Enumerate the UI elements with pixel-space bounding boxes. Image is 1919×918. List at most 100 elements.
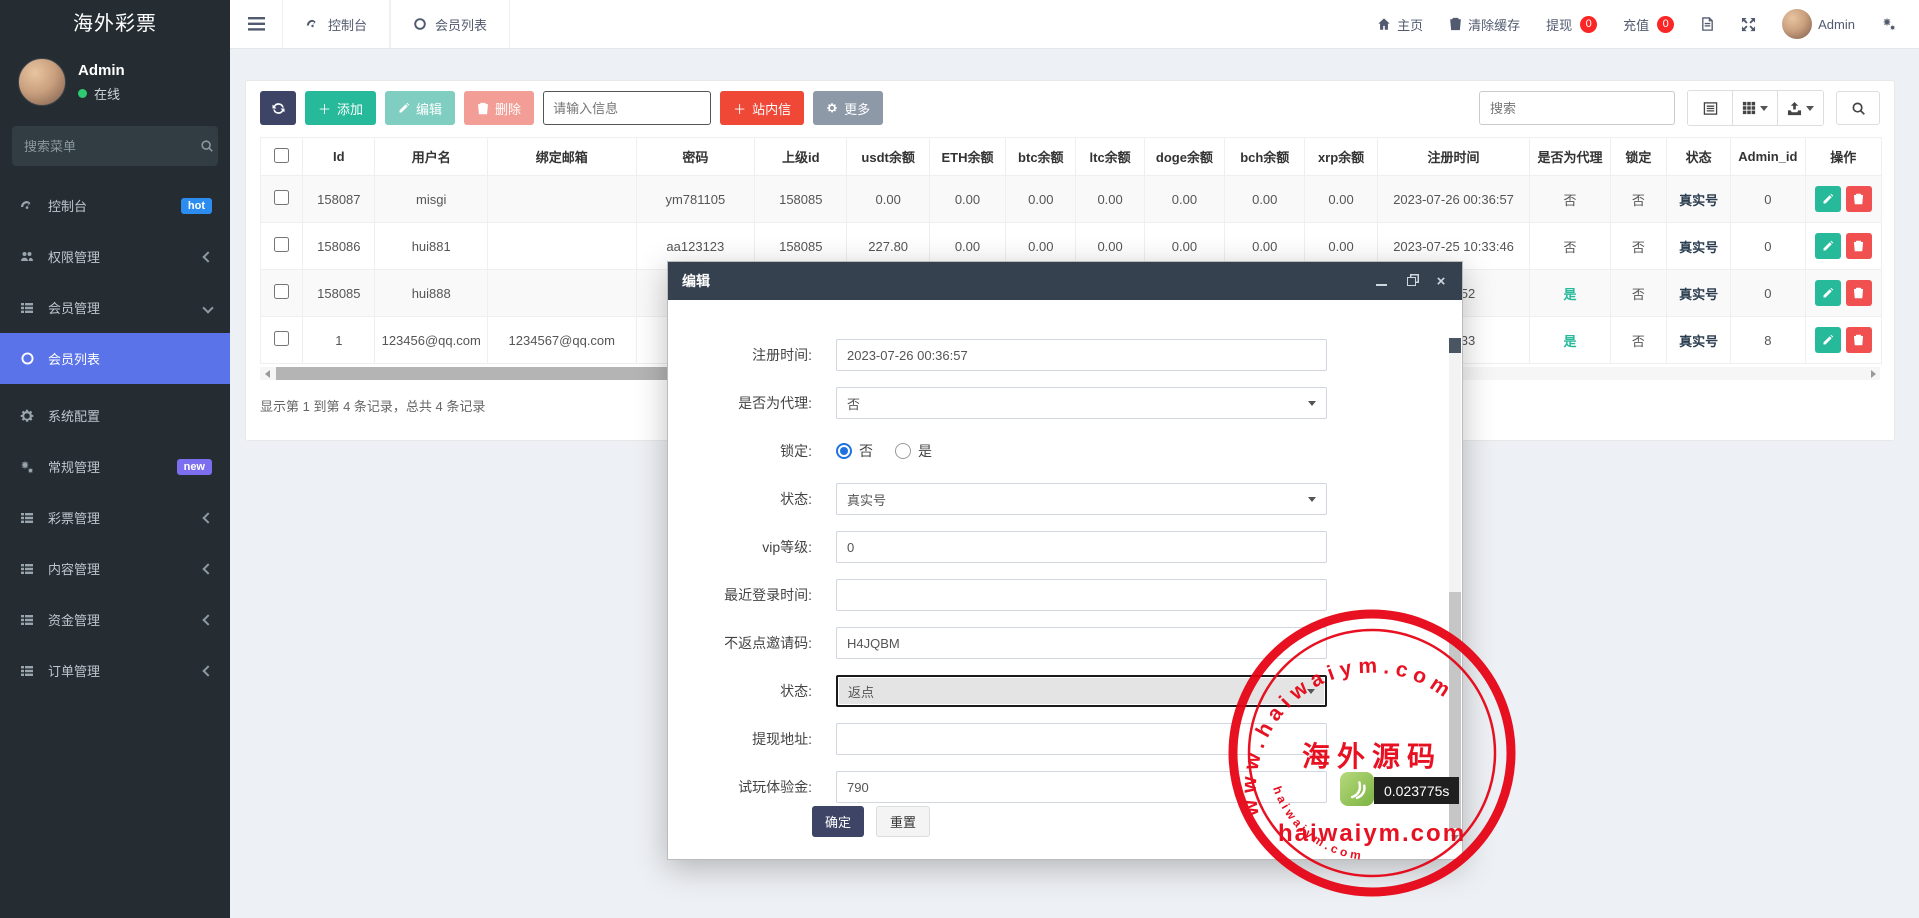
vip-level-input[interactable] bbox=[836, 531, 1327, 563]
col-email: 绑定邮箱 bbox=[487, 138, 636, 176]
sidebar-search-input[interactable] bbox=[24, 139, 200, 154]
home-link[interactable]: 主页 bbox=[1377, 15, 1423, 34]
rebate-status-select[interactable]: 返点 bbox=[836, 675, 1327, 707]
last-login-input[interactable] bbox=[836, 579, 1327, 611]
scroll-up-arrow[interactable] bbox=[1449, 338, 1461, 353]
sidebar-item-lottery[interactable]: 彩票管理 bbox=[0, 492, 230, 543]
clear-cache-link[interactable]: 清除缓存 bbox=[1449, 15, 1520, 34]
row-checkbox[interactable] bbox=[274, 190, 289, 205]
row-edit-button[interactable] bbox=[1815, 186, 1841, 212]
scroll-down-arrow[interactable] bbox=[1449, 830, 1461, 844]
row-checkbox[interactable] bbox=[274, 237, 289, 252]
modal-scrollbar[interactable] bbox=[1449, 338, 1461, 846]
status-select[interactable]: 真实号 bbox=[836, 483, 1327, 515]
site-message-button[interactable]: ＋站内信 bbox=[720, 91, 804, 125]
sidebar-item-dashboard[interactable]: 控制台 hot bbox=[0, 180, 230, 231]
delete-button[interactable]: 删除 bbox=[464, 91, 534, 125]
select-all-checkbox[interactable] bbox=[274, 148, 289, 163]
col-ltc: ltc余额 bbox=[1076, 138, 1144, 176]
search-button[interactable] bbox=[1836, 91, 1880, 125]
chevron-left-icon bbox=[202, 563, 213, 574]
row-edit-button[interactable] bbox=[1815, 233, 1841, 259]
minimize-icon[interactable] bbox=[1374, 274, 1388, 288]
field-label: 状态: bbox=[692, 681, 812, 701]
sidebar-item-permissions[interactable]: 权限管理 bbox=[0, 231, 230, 282]
add-button[interactable]: ＋添加 bbox=[305, 91, 376, 125]
field-label: 注册时间: bbox=[692, 345, 812, 365]
reg-time-input[interactable] bbox=[836, 339, 1327, 371]
row-edit-button[interactable] bbox=[1815, 280, 1841, 306]
sidebar-item-orders[interactable]: 订单管理 bbox=[0, 645, 230, 696]
sidebar-item-members[interactable]: 会员管理 bbox=[0, 282, 230, 333]
radio-selected-icon bbox=[836, 443, 852, 459]
more-button[interactable]: 更多 bbox=[813, 91, 883, 125]
withdraw-badge: 0 bbox=[1580, 16, 1597, 33]
row-delete-button[interactable] bbox=[1846, 233, 1872, 259]
trial-money-input[interactable] bbox=[836, 771, 1327, 803]
sidebar-item-member-list[interactable]: 会员列表 bbox=[0, 333, 230, 384]
col-password: 密码 bbox=[636, 138, 755, 176]
fullscreen-icon[interactable] bbox=[1741, 17, 1756, 32]
add-label: 添加 bbox=[337, 99, 363, 118]
table-row: 158087 misgi ym781105 158085 0.00 0.00 0… bbox=[261, 176, 1882, 223]
row-delete-button[interactable] bbox=[1846, 186, 1872, 212]
row-delete-button[interactable] bbox=[1846, 280, 1872, 306]
locked-no-radio[interactable]: 否 bbox=[836, 441, 873, 461]
topbar: 控制台 会员列表 主页 清除缓存 提现 0 充值 0 Admin bbox=[230, 0, 1919, 49]
pagination-toggle-button[interactable] bbox=[1688, 91, 1733, 125]
scroll-left-arrow[interactable] bbox=[260, 367, 274, 380]
sidebar-item-funds[interactable]: 资金管理 bbox=[0, 594, 230, 645]
edit-button[interactable]: 编辑 bbox=[385, 91, 455, 125]
field-label: 提现地址: bbox=[692, 729, 812, 749]
modal-titlebar[interactable]: 编辑 × bbox=[668, 262, 1462, 300]
withdraw-address-input[interactable] bbox=[836, 723, 1327, 755]
chevron-left-icon bbox=[202, 665, 213, 676]
columns-button[interactable] bbox=[1733, 91, 1778, 125]
sidebar-item-content[interactable]: 内容管理 bbox=[0, 543, 230, 594]
row-checkbox[interactable] bbox=[274, 284, 289, 299]
invite-code-input[interactable] bbox=[836, 627, 1327, 659]
restore-icon[interactable] bbox=[1404, 274, 1418, 288]
sidebar-item-general[interactable]: 常规管理 new bbox=[0, 441, 230, 492]
list-icon bbox=[18, 300, 36, 316]
document-icon[interactable] bbox=[1700, 16, 1715, 32]
col-reg-time: 注册时间 bbox=[1377, 138, 1530, 176]
hamburger-icon[interactable] bbox=[230, 0, 282, 48]
row-checkbox[interactable] bbox=[274, 331, 289, 346]
gears-icon bbox=[18, 459, 36, 475]
message-input[interactable] bbox=[543, 91, 711, 125]
tab-label: 控制台 bbox=[328, 15, 367, 34]
scroll-right-arrow[interactable] bbox=[1866, 367, 1880, 380]
avatar[interactable] bbox=[18, 58, 66, 106]
sidebar: 海外彩票 Admin 在线 控制台 hot 权限管理 会员管理 bbox=[0, 0, 230, 918]
topbar-user[interactable]: Admin bbox=[1782, 9, 1855, 39]
refresh-button[interactable] bbox=[260, 91, 296, 125]
is-agent-select[interactable]: 否 bbox=[836, 387, 1327, 419]
tab-dashboard[interactable]: 控制台 bbox=[282, 0, 390, 48]
radio-icon bbox=[895, 443, 911, 459]
locked-yes-radio[interactable]: 是 bbox=[895, 441, 932, 461]
confirm-button[interactable]: 确定 bbox=[812, 806, 864, 837]
modal-title: 编辑 bbox=[682, 271, 710, 291]
row-delete-button[interactable] bbox=[1846, 327, 1872, 353]
recharge-link[interactable]: 充值 0 bbox=[1623, 15, 1674, 34]
close-icon[interactable]: × bbox=[1434, 274, 1448, 288]
tab-member-list[interactable]: 会员列表 bbox=[390, 0, 510, 48]
withdraw-label: 提现 bbox=[1546, 15, 1572, 34]
row-edit-button[interactable] bbox=[1815, 327, 1841, 353]
chevron-left-icon bbox=[202, 512, 213, 523]
table-search-input[interactable] bbox=[1479, 91, 1675, 125]
actions-cell bbox=[1805, 270, 1881, 317]
reset-button[interactable]: 重置 bbox=[876, 806, 930, 837]
render-time-badge: 0.023775s bbox=[1374, 777, 1459, 804]
export-button[interactable] bbox=[1778, 91, 1823, 125]
field-label: 锁定: bbox=[692, 441, 812, 461]
field-label: 试玩体验金: bbox=[692, 777, 812, 797]
sidebar-item-system-config[interactable]: 系统配置 bbox=[0, 390, 230, 441]
radio-label: 否 bbox=[859, 441, 873, 461]
settings-gears-icon[interactable] bbox=[1881, 16, 1897, 32]
thinkphp-logo-icon bbox=[1340, 772, 1374, 806]
sidebar-item-label: 会员管理 bbox=[48, 298, 100, 317]
list-icon bbox=[18, 663, 36, 679]
withdraw-link[interactable]: 提现 0 bbox=[1546, 15, 1597, 34]
